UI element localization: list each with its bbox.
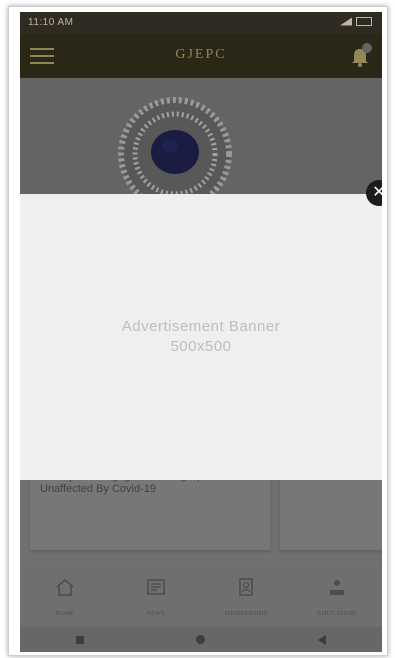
status-time: 11:10 AM	[28, 17, 74, 28]
status-indicators	[340, 17, 372, 26]
ad-size: 500x500	[170, 338, 232, 355]
ad-title: Advertisement Banner	[121, 318, 281, 335]
signal-icon	[340, 17, 352, 26]
battery-icon	[356, 17, 372, 26]
status-bar: 11:10 AM	[20, 12, 382, 34]
advertisement-banner[interactable]: Advertisement Banner 500x500	[20, 194, 382, 480]
phone-screen: 11:10 AM GJEPC Survey: US Engagement Rin…	[20, 12, 382, 652]
